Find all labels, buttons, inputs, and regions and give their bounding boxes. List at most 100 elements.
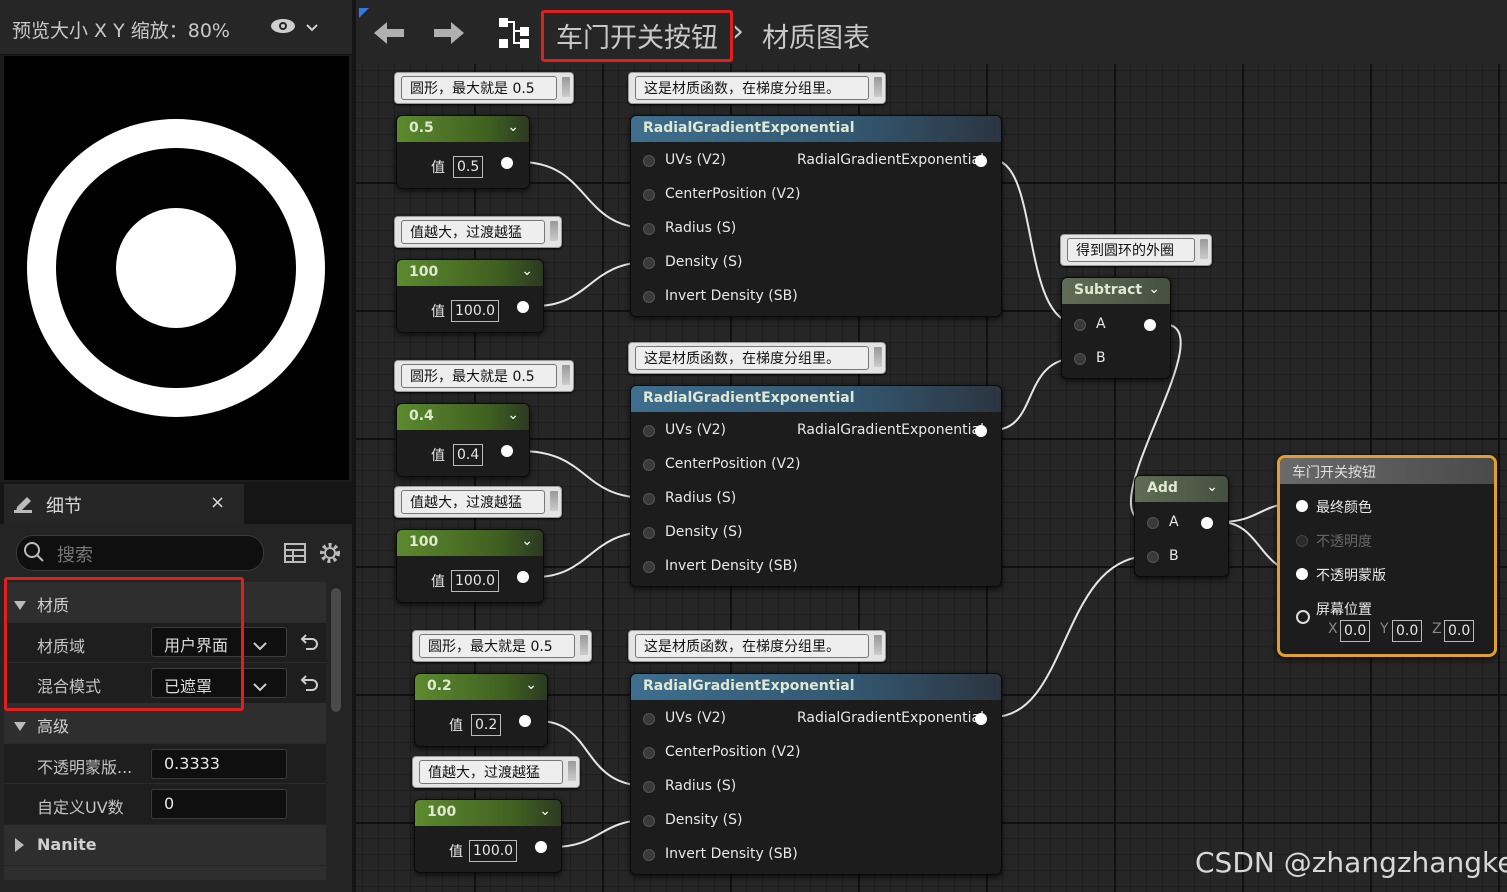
radial-gradient-node[interactable]: RadialGradientExponential UVs (V2) Radia… — [630, 673, 1002, 875]
constant-node[interactable]: 0.5 ⌄ 值 0.5 — [396, 115, 530, 189]
comment-radius-2[interactable]: 圆形，最大就是 0.5 — [394, 360, 574, 392]
y-field[interactable]: 0.0 — [1392, 620, 1423, 642]
comment-radius-1[interactable]: 圆形，最大就是 0.5 — [394, 72, 574, 104]
custom-uv-field[interactable]: 0 — [151, 789, 287, 819]
x-field[interactable]: 0.0 — [1340, 620, 1371, 642]
input-pin[interactable] — [643, 527, 655, 539]
input-pin[interactable] — [1296, 568, 1308, 580]
output-pin[interactable] — [517, 571, 529, 583]
comment-density-3[interactable]: 值越大，过渡越猛 — [412, 756, 580, 788]
preview-viewport[interactable] — [4, 56, 349, 480]
comment-density-2[interactable]: 值越大，过渡越猛 — [394, 486, 562, 518]
y-label: Y — [1380, 621, 1389, 637]
z-field[interactable]: 0.0 — [1444, 620, 1475, 642]
input-pin[interactable] — [643, 257, 655, 269]
input-pin[interactable] — [643, 747, 655, 759]
input-pin[interactable] — [643, 459, 655, 471]
opacity-mask-field[interactable]: 0.3333 — [151, 749, 287, 779]
input-pin[interactable] — [643, 291, 655, 303]
chevron-down-icon[interactable]: ⌄ — [521, 533, 533, 549]
comment-function-2[interactable]: 这是材质函数，在梯度分组里。 — [628, 342, 886, 374]
input-pin-b[interactable] — [1147, 551, 1159, 563]
constant-node[interactable]: 100 ⌄ 值 100.0 — [396, 529, 544, 603]
comment-outer-ring[interactable]: 得到圆环的外圈 — [1060, 234, 1212, 266]
input-pin[interactable] — [1296, 610, 1310, 624]
input-pin[interactable] — [643, 493, 655, 505]
forward-arrow-icon[interactable] — [432, 20, 464, 46]
input-pin[interactable] — [643, 849, 655, 861]
details-tab[interactable]: 细节 × — [4, 484, 244, 524]
value-label: 值 — [431, 574, 445, 590]
input-pin-a[interactable] — [1074, 319, 1086, 331]
output-pin[interactable] — [519, 715, 531, 727]
value-field[interactable]: 0.4 — [453, 444, 484, 466]
eye-icon[interactable] — [270, 17, 296, 35]
inner-disc — [116, 208, 236, 328]
input-pin[interactable] — [643, 223, 655, 235]
value-field[interactable]: 100.0 — [451, 570, 500, 592]
reset-arrow-icon[interactable] — [300, 632, 320, 650]
pin-icon — [874, 77, 882, 97]
gear-icon[interactable] — [318, 541, 342, 565]
value-field[interactable]: 100.0 — [451, 300, 500, 322]
input-pin[interactable] — [1296, 535, 1308, 547]
table-icon[interactable] — [283, 542, 307, 564]
comment-text: 这是材质函数，在梯度分组里。 — [644, 351, 840, 367]
constant-node[interactable]: 100 ⌄ 值 100.0 — [414, 799, 562, 873]
reset-arrow-icon[interactable] — [300, 673, 320, 691]
radial-gradient-node[interactable]: RadialGradientExponential UVs (V2) Radia… — [630, 385, 1002, 587]
output-pin[interactable] — [975, 155, 987, 167]
node-title: RadialGradientExponential — [643, 120, 855, 136]
output-pin[interactable] — [501, 445, 513, 457]
output-pin[interactable] — [1201, 517, 1213, 529]
opacity-mask-value: 0.3333 — [164, 754, 220, 773]
comment-radius-3[interactable]: 圆形，最大就是 0.5 — [412, 630, 592, 662]
section-nanite[interactable]: Nanite — [4, 825, 326, 865]
output-pin[interactable] — [517, 301, 529, 313]
input-pin[interactable] — [643, 425, 655, 437]
close-icon[interactable]: × — [210, 492, 225, 513]
input-pin[interactable] — [643, 155, 655, 167]
input-pin-a[interactable] — [1147, 517, 1159, 529]
output-pin[interactable] — [975, 425, 987, 437]
input-pin[interactable] — [643, 815, 655, 827]
constant-node[interactable]: 100 ⌄ 值 100.0 — [396, 259, 544, 333]
chevron-down-icon[interactable] — [252, 636, 268, 651]
comment-density-1[interactable]: 值越大，过渡越猛 — [394, 216, 562, 248]
input-pin[interactable] — [643, 781, 655, 793]
input-pin[interactable] — [643, 561, 655, 573]
material-result-node[interactable]: 车门开关按钮 最终颜色 不透明度 不透明蒙版 屏幕位置 X 0.0 Y 0.0 … — [1277, 455, 1497, 657]
chevron-down-icon[interactable] — [252, 677, 268, 692]
chevron-down-icon[interactable]: ⌄ — [507, 407, 519, 423]
output-pin[interactable] — [975, 713, 987, 725]
constant-node[interactable]: 0.4 ⌄ 值 0.4 — [396, 403, 530, 477]
chevron-down-icon[interactable]: ⌄ — [521, 263, 533, 279]
input-pin[interactable] — [643, 713, 655, 725]
back-arrow-icon[interactable] — [374, 20, 406, 46]
chevron-down-icon[interactable]: ⌄ — [1206, 479, 1218, 495]
subtract-node[interactable]: Subtract ⌄ A B — [1061, 277, 1171, 379]
output-pin[interactable] — [501, 157, 513, 169]
details-scrollbar[interactable] — [331, 588, 341, 712]
input-pin[interactable] — [643, 189, 655, 201]
breadcrumb-graph[interactable]: 材质图表 — [762, 16, 870, 55]
input-pin[interactable] — [1296, 500, 1308, 512]
search-input[interactable]: 搜索 — [16, 535, 264, 571]
constant-node[interactable]: 0.2 ⌄ 值 0.2 — [414, 673, 548, 747]
value-field[interactable]: 0.2 — [471, 714, 502, 736]
chevron-down-icon[interactable]: ⌄ — [525, 677, 537, 693]
value-field[interactable]: 0.5 — [453, 156, 484, 178]
chevron-down-icon[interactable] — [305, 19, 319, 32]
input-pin-b[interactable] — [1074, 353, 1086, 365]
comment-function-1[interactable]: 这是材质函数，在梯度分组里。 — [628, 72, 886, 104]
add-node[interactable]: Add ⌄ A B — [1134, 475, 1229, 577]
chevron-down-icon[interactable]: ⌄ — [539, 803, 551, 819]
output-pin[interactable] — [535, 841, 547, 853]
chevron-down-icon[interactable]: ⌄ — [1148, 281, 1160, 297]
value-field[interactable]: 100.0 — [469, 840, 518, 862]
radial-gradient-node[interactable]: RadialGradientExponential UVs (V2) Radia… — [630, 115, 1002, 317]
chevron-down-icon[interactable]: ⌄ — [507, 119, 519, 135]
output-pin[interactable] — [1144, 319, 1156, 331]
output-label: RadialGradientExponential — [797, 422, 984, 438]
comment-function-3[interactable]: 这是材质函数，在梯度分组里。 — [628, 630, 886, 662]
